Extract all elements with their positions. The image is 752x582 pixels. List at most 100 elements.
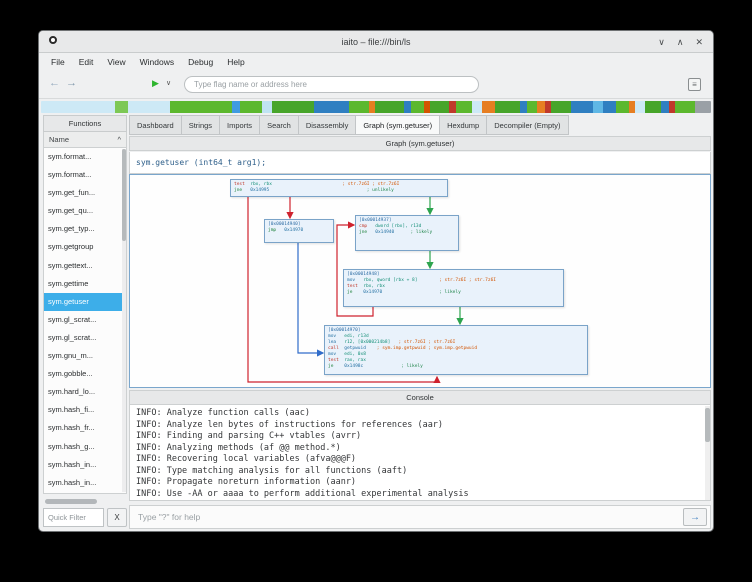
memory-navigation-bar[interactable] xyxy=(41,101,711,113)
menu-view[interactable]: View xyxy=(100,55,132,69)
function-item[interactable]: sym.gnu_m... xyxy=(44,347,126,365)
asm-token: ; unlikely xyxy=(269,188,394,193)
navbar-segment[interactable] xyxy=(170,101,231,113)
flag-search-input[interactable] xyxy=(184,76,479,93)
back-icon[interactable]: ← xyxy=(49,78,60,89)
navbar-segment[interactable] xyxy=(645,101,661,113)
navbar-segment[interactable] xyxy=(495,101,521,113)
function-item[interactable]: sym.gl_scrat... xyxy=(44,311,126,329)
menu-debug[interactable]: Debug xyxy=(181,55,220,69)
navbar-segment[interactable] xyxy=(661,101,669,113)
scrollbar-thumb[interactable] xyxy=(122,149,126,241)
function-item[interactable]: sym.get_fun... xyxy=(44,184,126,202)
minimize-icon[interactable]: ∨ xyxy=(658,37,665,48)
graph-viewport[interactable]: test rbx, rbx ; str.7z6I ; str.7z6Ijne 0… xyxy=(129,174,711,388)
execute-command-button[interactable]: → xyxy=(683,508,707,526)
functions-list[interactable]: sym.format...sym.format...sym.get_fun...… xyxy=(43,148,127,494)
function-item[interactable]: sym.hash_fi... xyxy=(44,401,126,419)
maximize-icon[interactable]: ∧ xyxy=(677,37,684,48)
navbar-segment[interactable] xyxy=(349,101,368,113)
function-item[interactable]: sym.get_qu... xyxy=(44,202,126,220)
navbar-segment[interactable] xyxy=(603,101,616,113)
play-dropdown-icon[interactable]: ∨ xyxy=(166,80,171,87)
function-item[interactable]: sym.hash_g... xyxy=(44,438,126,456)
navbar-segment[interactable] xyxy=(314,101,350,113)
menu-help[interactable]: Help xyxy=(220,55,251,69)
navbar-segment[interactable] xyxy=(635,101,645,113)
navbar-segment[interactable] xyxy=(527,101,537,113)
tab-disassembly[interactable]: Disassembly xyxy=(299,115,357,135)
tab-imports[interactable]: Imports xyxy=(220,115,260,135)
functions-panel-title[interactable]: Functions xyxy=(43,115,127,132)
tab-hexdump[interactable]: Hexdump xyxy=(440,115,487,135)
navbar-segment[interactable] xyxy=(128,101,170,113)
continue-play-icon[interactable]: ▶ xyxy=(152,79,159,88)
titlebar[interactable]: iaito – file:///bin/ls ∨ ∧ ✕ xyxy=(39,31,713,53)
close-icon[interactable]: ✕ xyxy=(695,37,703,48)
tab-strings[interactable]: Strings xyxy=(182,115,220,135)
navbar-segment[interactable] xyxy=(593,101,603,113)
function-item[interactable]: sym.gettime xyxy=(44,275,126,293)
console-output[interactable]: INFO: Analyze function calls (aac)INFO: … xyxy=(129,405,711,501)
clear-filter-button[interactable]: X xyxy=(107,508,127,527)
navbar-segment[interactable] xyxy=(411,101,424,113)
function-item[interactable]: sym.gl_scrat... xyxy=(44,329,126,347)
asm-token: je xyxy=(328,364,344,369)
tab-search[interactable]: Search xyxy=(260,115,299,135)
navbar-segment[interactable] xyxy=(537,101,545,113)
tab-decompiler-empty[interactable]: Decompiler (Empty) xyxy=(487,115,568,135)
function-item[interactable]: sym.hash_fr... xyxy=(44,419,126,437)
function-item[interactable]: sym.format... xyxy=(44,166,126,184)
menu-edit[interactable]: Edit xyxy=(72,55,101,69)
graph-node[interactable]: [0x00014970]mov edi, r13dlea r12, [0x000… xyxy=(324,325,588,375)
navbar-segment[interactable] xyxy=(41,101,115,113)
function-item[interactable]: sym.format... xyxy=(44,148,126,166)
navbar-segment[interactable] xyxy=(472,101,482,113)
console-command-input[interactable] xyxy=(130,512,683,522)
navbar-segment[interactable] xyxy=(695,101,711,113)
navbar-segment[interactable] xyxy=(232,101,240,113)
function-item[interactable]: sym.gobble... xyxy=(44,365,126,383)
navbar-segment[interactable] xyxy=(675,101,694,113)
navbar-segment[interactable] xyxy=(375,101,404,113)
scrollbar-thumb[interactable] xyxy=(705,408,710,442)
menu-windows[interactable]: Windows xyxy=(133,55,181,69)
screen-background: iaito – file:///bin/ls ∨ ∧ ✕ FileEditVie… xyxy=(0,0,752,582)
navbar-segment[interactable] xyxy=(240,101,263,113)
function-item[interactable]: sym.get_typ... xyxy=(44,220,126,238)
navbar-segment[interactable] xyxy=(571,101,594,113)
asm-token: edi, 0x8 xyxy=(344,352,366,357)
graph-node[interactable]: test rbx, rbx ; str.7z6I ; str.7z6Ijne 0… xyxy=(230,179,448,197)
console-scrollbar[interactable] xyxy=(705,406,710,500)
function-item[interactable]: sym.gettext... xyxy=(44,257,126,275)
navbar-segment[interactable] xyxy=(430,101,449,113)
console-panel-header[interactable]: Console xyxy=(129,390,711,405)
tab-graph-sym-getuser[interactable]: Graph (sym.getuser) xyxy=(356,115,440,135)
panels-menu-icon[interactable]: ≡ xyxy=(688,78,701,91)
forward-icon[interactable]: → xyxy=(66,78,77,89)
functions-name-header[interactable]: Name ^ xyxy=(43,132,127,148)
function-item[interactable]: sym.hash_in... xyxy=(44,474,126,492)
navbar-segment[interactable] xyxy=(551,101,570,113)
function-item[interactable]: sym.getuser xyxy=(44,293,126,311)
menu-file[interactable]: File xyxy=(44,55,72,69)
function-item[interactable]: sym.hard_lo... xyxy=(44,383,126,401)
graph-node[interactable]: [0x00014940]jmp 0x14970 xyxy=(264,219,334,243)
functions-scrollbar[interactable] xyxy=(122,149,126,492)
graph-panel-header[interactable]: Graph (sym.getuser) xyxy=(129,136,711,151)
navbar-segment[interactable] xyxy=(482,101,495,113)
navbar-segment[interactable] xyxy=(456,101,472,113)
navbar-segment[interactable] xyxy=(262,101,272,113)
quick-filter-input[interactable] xyxy=(43,508,104,527)
navbar-segment[interactable] xyxy=(272,101,314,113)
graph-node[interactable]: [0x00014937]cmp dword [rbx], r13djne 0x1… xyxy=(355,215,459,251)
navbar-segment[interactable] xyxy=(616,101,629,113)
graph-node[interactable]: [0x00014948]mov rbx, qword [rbx + 8] ; s… xyxy=(343,269,564,307)
functions-hscrollbar[interactable] xyxy=(45,499,97,504)
function-item[interactable]: sym.hash_in... xyxy=(44,456,126,474)
asm-token: ; likely xyxy=(363,364,423,369)
function-item[interactable]: sym.getgroup xyxy=(44,238,126,256)
tab-dashboard[interactable]: Dashboard xyxy=(129,115,182,135)
window-title: iaito – file:///bin/ls xyxy=(39,37,713,47)
navbar-segment[interactable] xyxy=(115,101,128,113)
